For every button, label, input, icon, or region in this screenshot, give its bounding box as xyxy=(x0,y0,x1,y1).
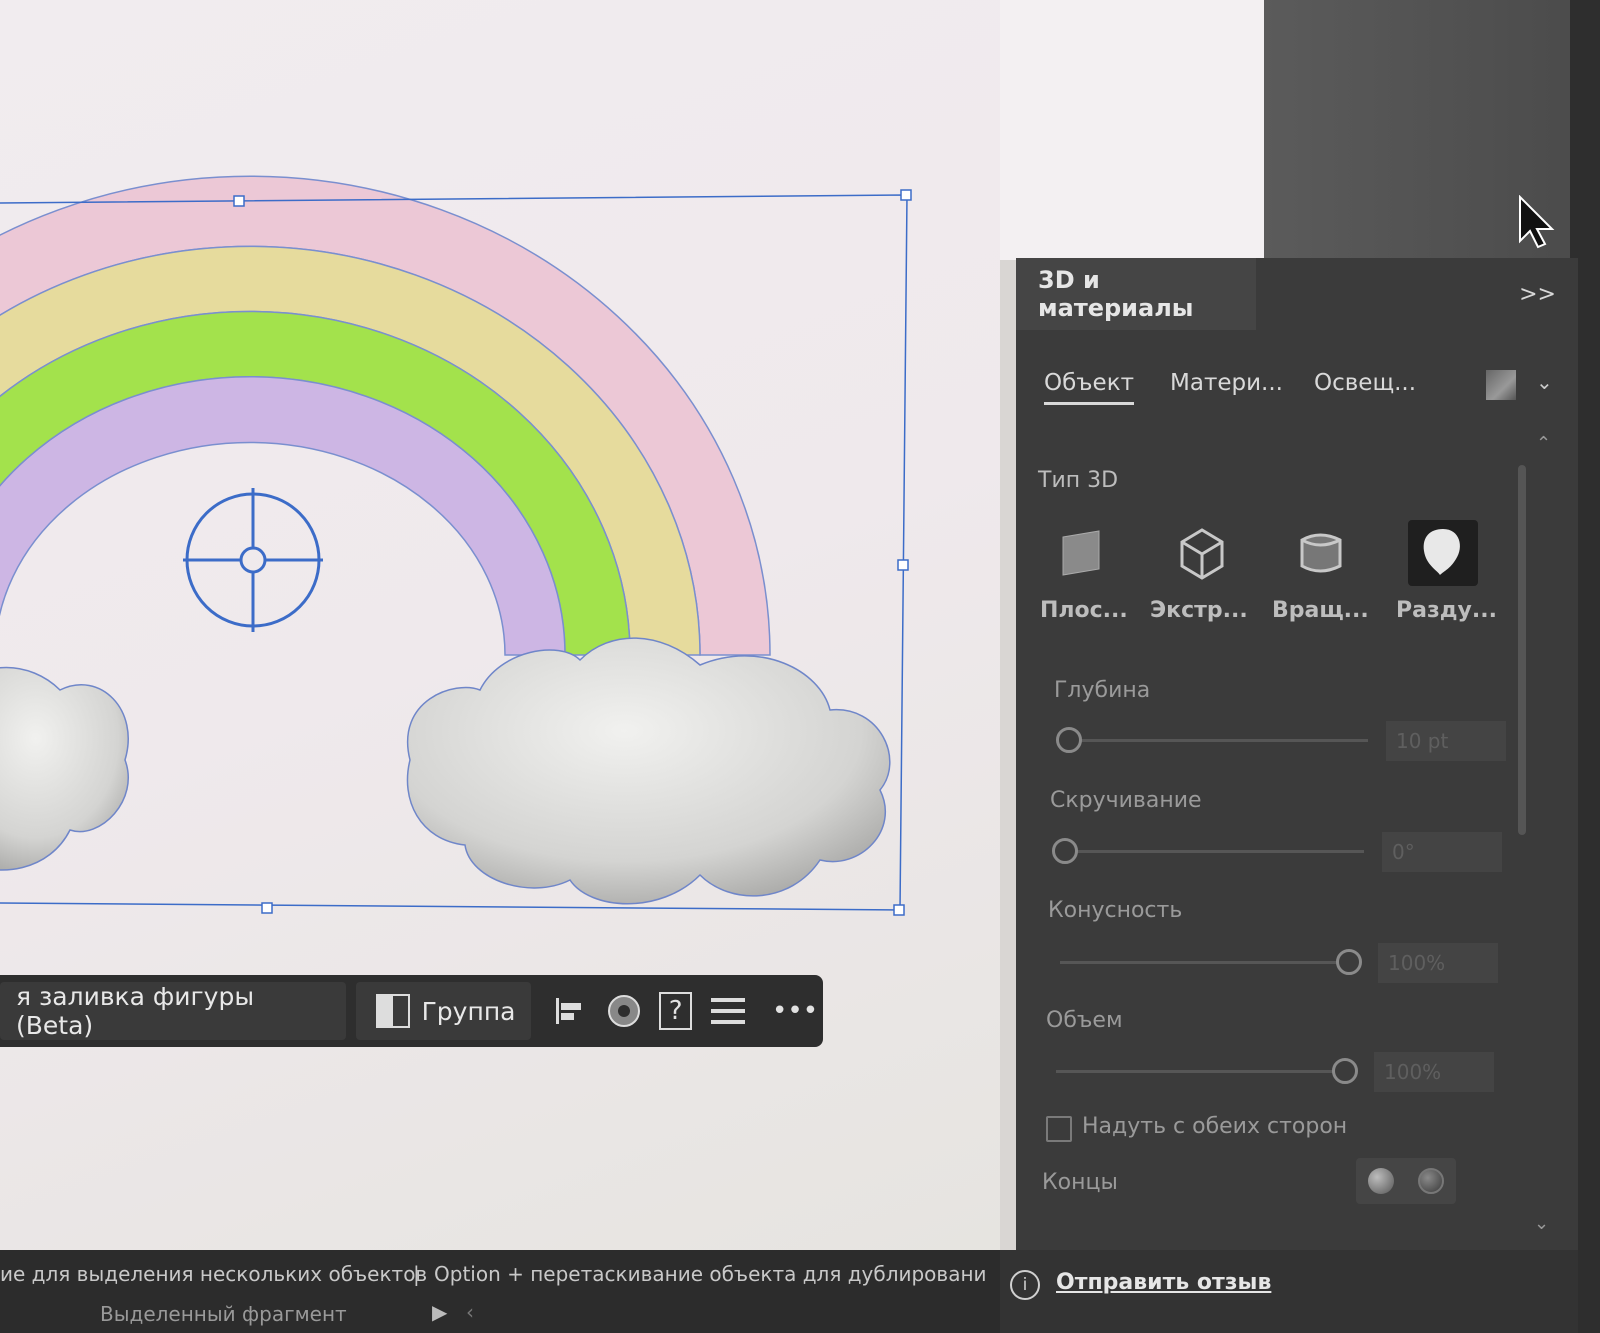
chevron-left-icon[interactable]: ‹ xyxy=(466,1300,474,1324)
volume-label: Объем xyxy=(1046,1008,1123,1033)
panel-title: 3D и материалы xyxy=(1016,258,1256,330)
more-options-button[interactable]: ••• xyxy=(772,991,819,1031)
caps-label: Концы xyxy=(1042,1170,1118,1195)
type-revolve-button[interactable] xyxy=(1286,520,1356,586)
depth-slider-knob[interactable] xyxy=(1056,727,1082,753)
shape-fill-label: я заливка фигуры (Beta) xyxy=(16,982,255,1040)
type-3d-label: Тип 3D xyxy=(1038,468,1119,493)
cloud-right xyxy=(406,637,891,905)
taper-value-field[interactable]: 100% xyxy=(1378,943,1498,983)
panel-scrollbar[interactable] xyxy=(1518,465,1526,835)
twist-label: Скручивание xyxy=(1050,788,1202,813)
type-inflate-button[interactable] xyxy=(1408,520,1478,586)
type-extrude-button[interactable] xyxy=(1166,520,1236,586)
depth-slider[interactable] xyxy=(1068,739,1368,742)
type-extrude-label: Экстр... xyxy=(1150,598,1248,623)
group-label: Группа xyxy=(421,996,516,1026)
selection-label: Выделенный фрагмент xyxy=(100,1302,347,1326)
mouse-cursor-icon xyxy=(1519,195,1555,249)
shape-fill-button[interactable]: я заливка фигуры (Beta) xyxy=(0,982,346,1040)
volume-slider-knob[interactable] xyxy=(1332,1058,1358,1084)
properties-list-icon[interactable] xyxy=(708,991,747,1031)
group-button[interactable]: Группа xyxy=(355,982,532,1040)
type-plane-button[interactable] xyxy=(1046,520,1116,586)
taper-label: Конусность xyxy=(1048,898,1183,923)
taper-slider[interactable] xyxy=(1060,961,1360,964)
cap-off-icon[interactable] xyxy=(1418,1168,1444,1194)
inflate-both-sides-label: Надуть с обеих сторон xyxy=(1082,1114,1348,1139)
render-icon[interactable] xyxy=(1486,370,1516,400)
rainbow-artwork[interactable] xyxy=(0,0,1000,960)
scroll-down-icon[interactable]: ⌄ xyxy=(1534,1213,1549,1234)
taper-slider-knob[interactable] xyxy=(1336,949,1362,975)
twist-slider[interactable] xyxy=(1064,850,1364,853)
help-label: ? xyxy=(668,996,683,1026)
cap-on-icon[interactable] xyxy=(1368,1168,1394,1194)
revolve-icon xyxy=(1300,533,1342,573)
align-icon[interactable] xyxy=(549,991,588,1031)
recolor-wheel-icon[interactable] xyxy=(604,991,643,1031)
status-bar: ие для выделения нескольких объектов | O… xyxy=(0,1250,1000,1333)
inflate-both-sides-checkbox[interactable] xyxy=(1046,1116,1072,1142)
inflate-balloon-icon xyxy=(1423,529,1460,575)
collapse-panel-button[interactable]: >> xyxy=(1519,282,1556,307)
status-separator: | xyxy=(413,1262,420,1286)
contextual-task-bar: я заливка фигуры (Beta) Группа ? ••• xyxy=(0,975,823,1047)
send-feedback-link[interactable]: Отправить отзыв xyxy=(1056,1270,1271,1295)
type-revolve-label: Вращ... xyxy=(1272,598,1369,623)
info-icon: i xyxy=(1010,1270,1040,1300)
tab-object[interactable]: Объект xyxy=(1044,370,1134,405)
chevron-down-icon[interactable]: ⌄ xyxy=(1536,370,1553,394)
volume-slider[interactable] xyxy=(1056,1070,1356,1073)
status-hint-left: ие для выделения нескольких объектов xyxy=(0,1262,428,1286)
3d-rotate-widget xyxy=(183,488,323,632)
feedback-bar: i Отправить отзыв xyxy=(1000,1250,1578,1333)
extrude-cube-icon xyxy=(1180,528,1224,580)
twist-value-field[interactable]: 0° xyxy=(1382,832,1502,872)
status-hint-right: Option + перетаскивание объекта для дубл… xyxy=(434,1262,987,1286)
depth-label: Глубина xyxy=(1054,678,1151,703)
group-icon xyxy=(375,994,410,1028)
play-icon[interactable]: ▶ xyxy=(432,1300,447,1324)
plane-icon xyxy=(1062,530,1100,576)
tab-materials[interactable]: Матери... xyxy=(1170,370,1283,396)
more-options-label: ••• xyxy=(772,996,819,1026)
scroll-up-icon[interactable]: ⌃ xyxy=(1536,433,1551,454)
workspace-background xyxy=(1000,0,1600,260)
twist-slider-knob[interactable] xyxy=(1052,838,1078,864)
3d-materials-panel: 3D и материалы >> Объект Матери... Освещ… xyxy=(1016,258,1578,1333)
tab-lighting[interactable]: Освещ... xyxy=(1314,370,1416,396)
help-button[interactable]: ? xyxy=(659,992,693,1030)
depth-value-field[interactable]: 10 pt xyxy=(1386,721,1506,761)
volume-value-field[interactable]: 100% xyxy=(1374,1052,1494,1092)
cloud-left xyxy=(0,666,129,871)
type-inflate-label: Разду... xyxy=(1396,598,1497,623)
caps-toggle-group xyxy=(1356,1158,1456,1204)
type-plane-label: Плос... xyxy=(1040,598,1128,623)
